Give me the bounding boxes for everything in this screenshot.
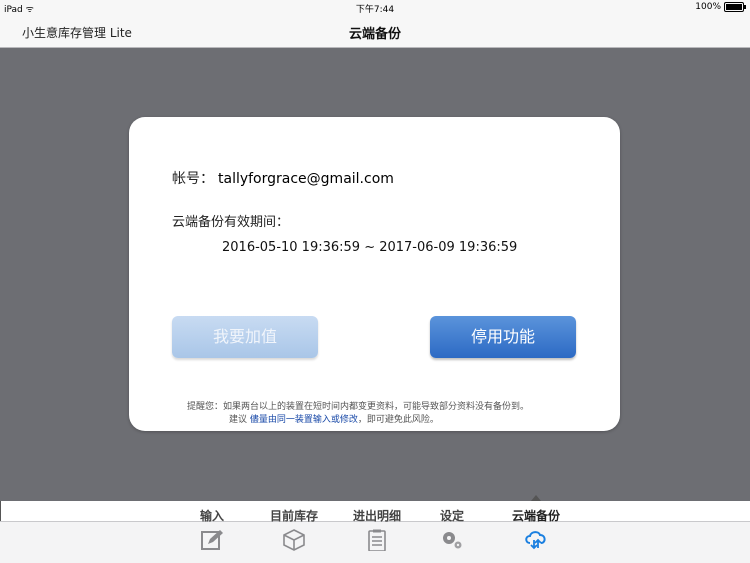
clipboard-icon xyxy=(368,529,386,551)
active-tab-pointer xyxy=(531,495,541,501)
strip-edge xyxy=(0,501,1,521)
notice-line-2: 建议 儘量由同一装置输入或修改，即可避免此风险。 xyxy=(229,415,439,425)
account-email: tallyforgrace@gmail.com xyxy=(218,171,394,187)
tab-settings[interactable]: 设定 xyxy=(412,507,492,551)
tab-transaction-details[interactable]: 进出明细 xyxy=(337,507,417,551)
page-title: 云端备份 xyxy=(348,27,401,42)
battery-percent: 100% xyxy=(695,2,721,12)
tab-bar: 输入 目前库存 进出明细 设定 云端备份 xyxy=(0,495,750,563)
navigation-bar: 小生意库存管理 Lite 云端备份 xyxy=(0,15,750,48)
edit-icon xyxy=(201,530,223,550)
validity-period-label: 云端备份有效期间： xyxy=(172,215,290,230)
cloud-sync-icon xyxy=(525,531,546,550)
account-row: 帐号： tallyforgrace@gmail.com xyxy=(172,168,394,188)
tab-input[interactable]: 输入 xyxy=(172,507,252,551)
topup-button[interactable]: 我要加值 xyxy=(172,316,318,358)
box-icon xyxy=(283,529,305,551)
gear-icon xyxy=(443,532,462,549)
disable-feature-button[interactable]: 停用功能 xyxy=(430,316,576,358)
cloud-backup-dialog: 帐号： tallyforgrace@gmail.com 云端备份有效期间： 201… xyxy=(129,117,620,431)
sync-warning-notice: 提醒您：如果两台以上的装置在短时间内都变更资料，可能导致部分资料没有备份到。 建… xyxy=(187,401,529,427)
notice-line-1: 提醒您：如果两台以上的装置在短时间内都变更资料，可能导致部分资料没有备份到。 xyxy=(187,402,530,412)
status-bar: iPad ᯤ 下午7:44 100% xyxy=(0,0,750,15)
status-time: 下午7:44 xyxy=(355,5,395,15)
battery-status: 100% xyxy=(695,2,746,12)
account-label: 帐号： xyxy=(172,171,214,187)
validity-period-value: 2016-05-10 19:36:59 ~ 2017-06-09 19:36:5… xyxy=(222,240,518,255)
tab-current-stock[interactable]: 目前库存 xyxy=(254,507,334,551)
battery-icon xyxy=(724,2,746,12)
notice-link[interactable]: 儘量由同一装置输入或修改 xyxy=(250,415,358,425)
tab-cloud-backup[interactable]: 云端备份 xyxy=(496,507,576,551)
